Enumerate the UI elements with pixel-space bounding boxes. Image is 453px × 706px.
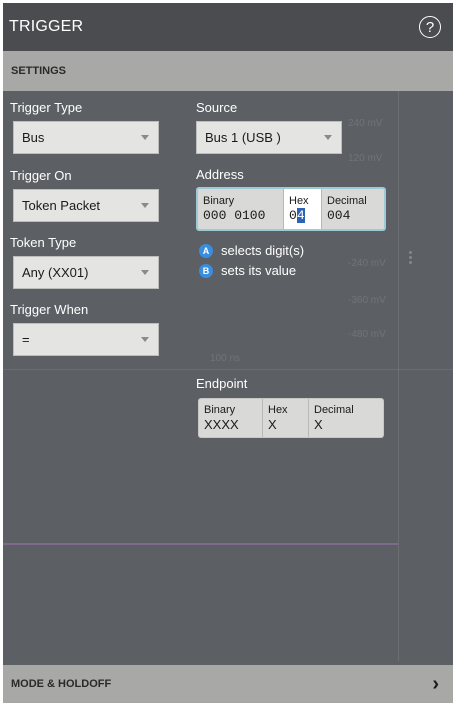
settings-section-label: SETTINGS xyxy=(11,65,67,77)
title-bar: TRIGGER ? xyxy=(3,3,453,51)
trigger-type-dropdown[interactable]: Bus xyxy=(13,121,159,154)
hint-a-text: selects digit(s) xyxy=(221,243,305,258)
endpoint-hex-value: X xyxy=(268,417,277,432)
trigger-on-dropdown[interactable]: Token Packet xyxy=(13,189,159,222)
bg-scale-label: -240 mV xyxy=(348,258,386,269)
source-label: Source xyxy=(196,100,238,115)
caret-down-icon xyxy=(141,337,149,342)
endpoint-decimal-label: Decimal xyxy=(314,404,354,416)
graticule-line xyxy=(3,369,453,370)
address-hex-value: 04 xyxy=(289,208,316,223)
trigger-type-label: Trigger Type xyxy=(10,100,83,115)
trigger-on-value: Token Packet xyxy=(22,198,101,213)
hint-b-text: sets its value xyxy=(221,263,297,278)
address-label: Address xyxy=(196,167,244,182)
knob-b-badge-icon: B xyxy=(199,263,213,278)
mode-holdoff-label: MODE & HOLDOFF xyxy=(11,678,112,690)
bg-scale-label: -360 mV xyxy=(348,295,386,306)
endpoint-binary-label: Binary xyxy=(204,404,236,416)
hint-b: B sets its value xyxy=(199,263,296,278)
endpoint-binary-value: XXXX xyxy=(204,417,239,432)
hint-a: A selects digit(s) xyxy=(199,243,304,258)
caret-down-icon xyxy=(324,135,332,140)
address-hex-cursor-digit[interactable]: 4 xyxy=(296,208,305,223)
address-hex-digit: 0 xyxy=(289,208,297,223)
graticule-line xyxy=(398,53,399,661)
trigger-on-label: Trigger On xyxy=(10,168,72,183)
endpoint-field-group[interactable]: Binary XXXX Hex X Decimal X xyxy=(198,398,384,438)
source-value: Bus 1 (USB ) xyxy=(205,130,281,145)
token-type-label: Token Type xyxy=(10,235,77,250)
address-decimal-value: 004 xyxy=(327,208,351,223)
address-field-group[interactable]: Binary 000 0100 Hex 04 Decimal 004 xyxy=(196,187,386,231)
endpoint-hex-field[interactable]: Hex X xyxy=(263,399,309,437)
source-dropdown[interactable]: Bus 1 (USB ) xyxy=(196,121,342,154)
endpoint-decimal-value: X xyxy=(314,417,323,432)
trigger-when-label: Trigger When xyxy=(10,302,89,317)
endpoint-binary-field[interactable]: Binary XXXX xyxy=(199,399,263,437)
endpoint-decimal-field[interactable]: Decimal X xyxy=(309,399,383,437)
address-hex-field[interactable]: Hex 04 xyxy=(284,189,322,229)
address-binary-label: Binary xyxy=(203,195,235,207)
caret-down-icon xyxy=(141,203,149,208)
endpoint-hex-label: Hex xyxy=(268,404,288,416)
address-hex-label: Hex xyxy=(289,195,309,207)
trigger-when-dropdown[interactable]: = xyxy=(13,323,159,356)
knob-a-badge-icon: A xyxy=(199,243,213,258)
address-decimal-label: Decimal xyxy=(327,195,367,207)
address-decimal-field[interactable]: Decimal 004 xyxy=(322,189,384,229)
chevron-right-icon[interactable]: › xyxy=(432,673,439,696)
waveform-trace xyxy=(3,543,398,545)
mode-holdoff-section[interactable]: MODE & HOLDOFF › xyxy=(3,665,453,703)
token-type-value: Any (XX01) xyxy=(22,265,89,280)
trigger-type-value: Bus xyxy=(22,130,45,145)
help-icon[interactable]: ? xyxy=(419,16,441,38)
bg-scale-label: 120 mV xyxy=(348,153,383,164)
bg-scale-label: -480 mV xyxy=(348,329,386,340)
address-binary-field[interactable]: Binary 000 0100 xyxy=(198,189,284,229)
trigger-panel: 240 mV 120 mV -240 mV -360 mV -480 mV 10… xyxy=(3,3,453,703)
drag-handle xyxy=(407,249,413,273)
address-binary-value: 000 0100 xyxy=(203,208,266,223)
endpoint-label: Endpoint xyxy=(196,376,248,391)
bg-scale-label: 100 ns xyxy=(210,353,241,364)
bg-scale-label: 240 mV xyxy=(348,118,383,129)
token-type-dropdown[interactable]: Any (XX01) xyxy=(13,256,159,289)
caret-down-icon xyxy=(141,135,149,140)
panel-title: TRIGGER xyxy=(9,18,84,35)
trigger-when-value: = xyxy=(22,332,30,347)
caret-down-icon xyxy=(141,270,149,275)
settings-section-header[interactable]: SETTINGS xyxy=(3,51,453,91)
